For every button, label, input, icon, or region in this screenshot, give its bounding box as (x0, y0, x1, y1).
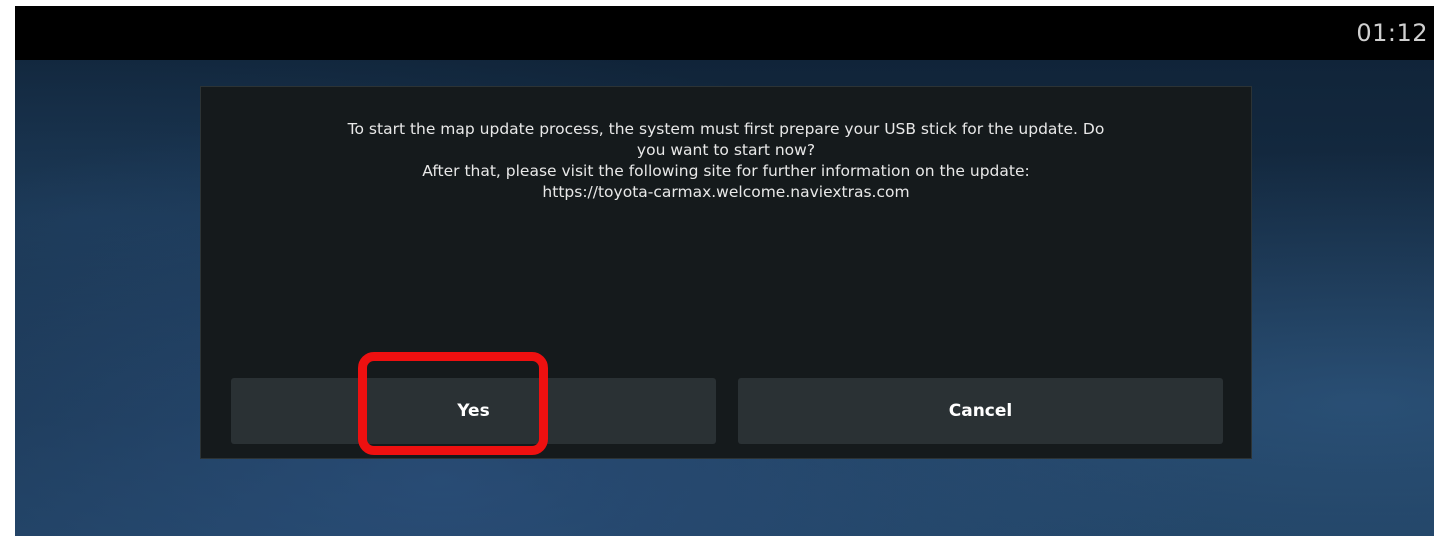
status-bar: 01:12 (15, 6, 1434, 60)
dialog-message-line: you want to start now? (636, 141, 816, 159)
yes-button[interactable]: Yes (231, 378, 716, 444)
status-clock: 01:12 (1356, 19, 1428, 47)
dialog-message-url: https://toyota-carmax.welcome.naviextras… (542, 183, 910, 201)
head-unit-screen: 01:12 To start the map update process, t… (15, 6, 1434, 536)
map-update-dialog: To start the map update process, the sys… (200, 86, 1252, 459)
dialog-message-line: After that, please visit the following s… (422, 162, 1030, 180)
dialog-message: To start the map update process, the sys… (221, 119, 1231, 203)
cancel-button[interactable]: Cancel (738, 378, 1223, 444)
dialog-message-line: To start the map update process, the sys… (347, 120, 1105, 138)
